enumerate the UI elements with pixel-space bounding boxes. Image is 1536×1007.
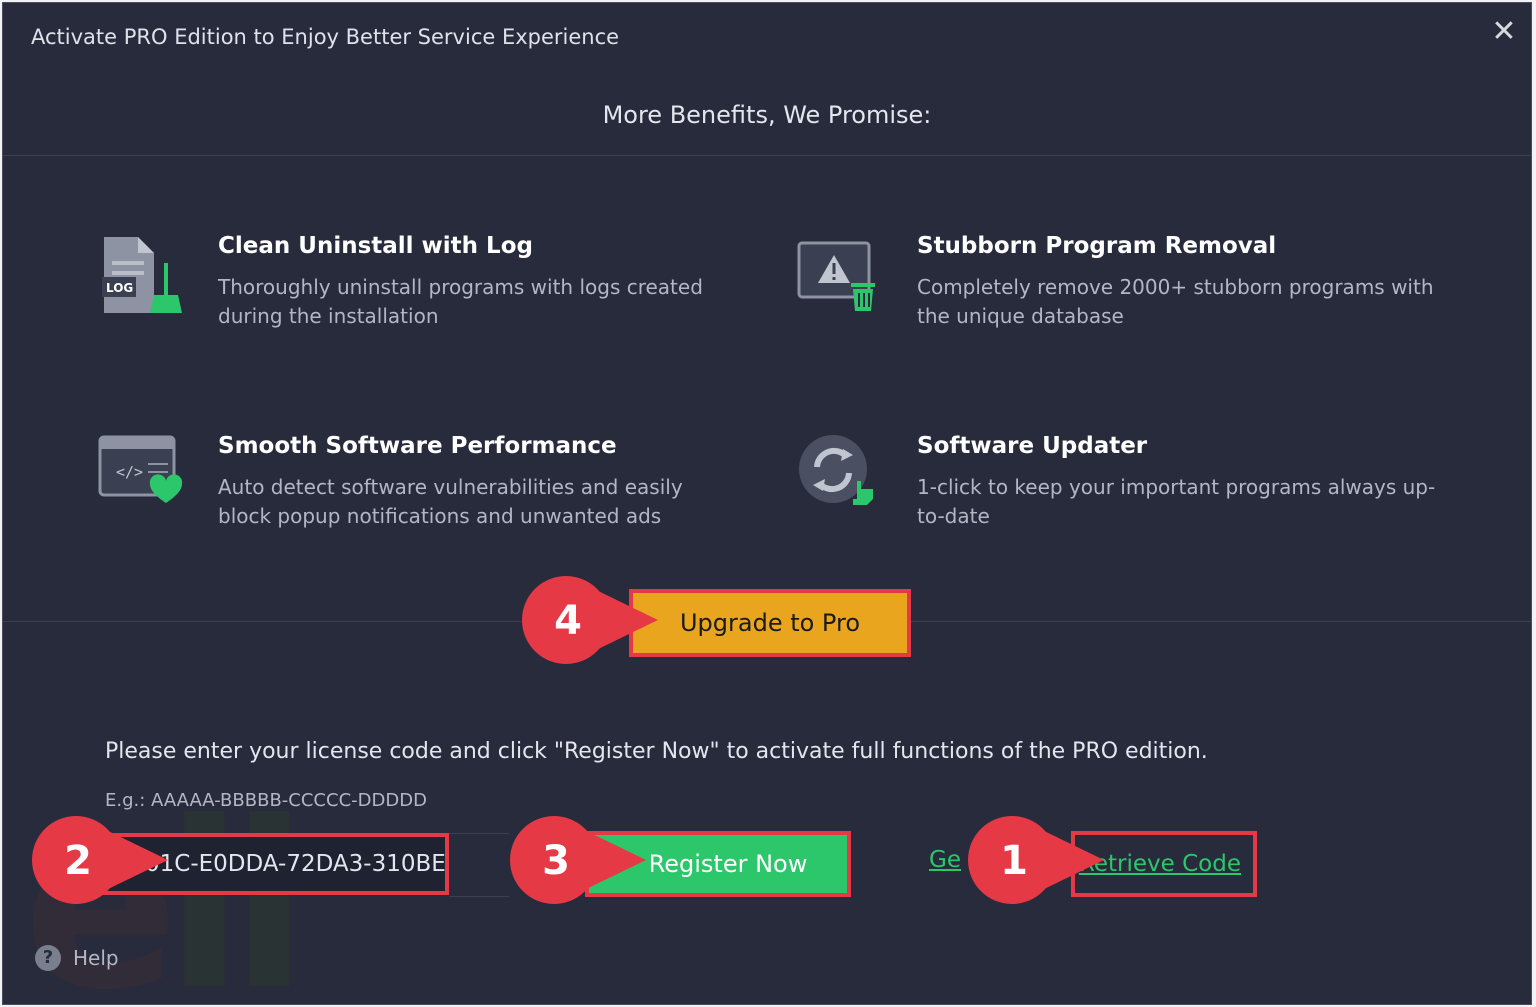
help-link[interactable]: ? Help [35, 945, 119, 971]
activation-dialog: ell Activate PRO Edition to Enjoy Better… [2, 2, 1532, 1005]
log-label: LOG [106, 281, 133, 295]
callout-number: 3 [542, 838, 570, 884]
benefits-heading: More Benefits, We Promise: [602, 101, 932, 129]
feature-title: Clean Uninstall with Log [218, 233, 533, 259]
callout-number: 2 [64, 838, 92, 884]
feature-stubborn-removal: Stubborn Program Removal Completely remo… [797, 233, 1434, 343]
feature-software-updater: Software Updater 1-click to keep your im… [797, 433, 1435, 543]
callout-number: 1 [1000, 838, 1028, 884]
feature-description: Completely remove 2000+ stubborn program… [917, 275, 1434, 328]
refresh-hand-icon [799, 435, 873, 505]
feature-clean-uninstall: LOG Clean Uninstall with Log Thoroughly … [98, 233, 718, 343]
title-bar: Activate PRO Edition to Enjoy Better Ser… [3, 3, 1531, 75]
callout-2: 2 [32, 816, 168, 904]
license-example: E.g.: AAAAA-BBBBB-CCCCC-DDDDD [105, 790, 427, 811]
code-window-heart-icon: </> [98, 435, 183, 503]
window-title: Activate PRO Edition to Enjoy Better Ser… [31, 25, 620, 49]
help-label: Help [73, 946, 119, 970]
benefits-header: More Benefits, We Promise: [3, 75, 1531, 156]
feature-description: Thoroughly uninstall programs with logs … [218, 275, 703, 328]
get-code-link[interactable]: Ge [929, 847, 961, 873]
close-icon[interactable]: ✕ [1487, 15, 1521, 49]
feature-smooth-performance: </> Smooth Software Performance Auto det… [98, 433, 718, 543]
feature-title: Smooth Software Performance [218, 433, 617, 459]
feature-title: Stubborn Program Removal [917, 233, 1277, 259]
callout-3: 3 [510, 816, 646, 904]
feature-title: Software Updater [917, 433, 1148, 459]
upgrade-to-pro-button[interactable]: Upgrade to Pro [629, 589, 911, 657]
log-broom-icon: LOG [102, 237, 182, 313]
callout-1: 1 [968, 816, 1104, 904]
warning-trash-icon [797, 241, 875, 311]
feature-description: 1-click to keep your important programs … [917, 475, 1436, 528]
license-instruction: Please enter your license code and click… [105, 739, 1208, 764]
code-glyph: </> [116, 463, 143, 481]
question-icon: ? [35, 945, 61, 971]
callout-number: 4 [554, 598, 582, 644]
feature-description: Auto detect software vulnerabilities and… [218, 475, 683, 528]
callout-4: 4 [522, 576, 658, 664]
